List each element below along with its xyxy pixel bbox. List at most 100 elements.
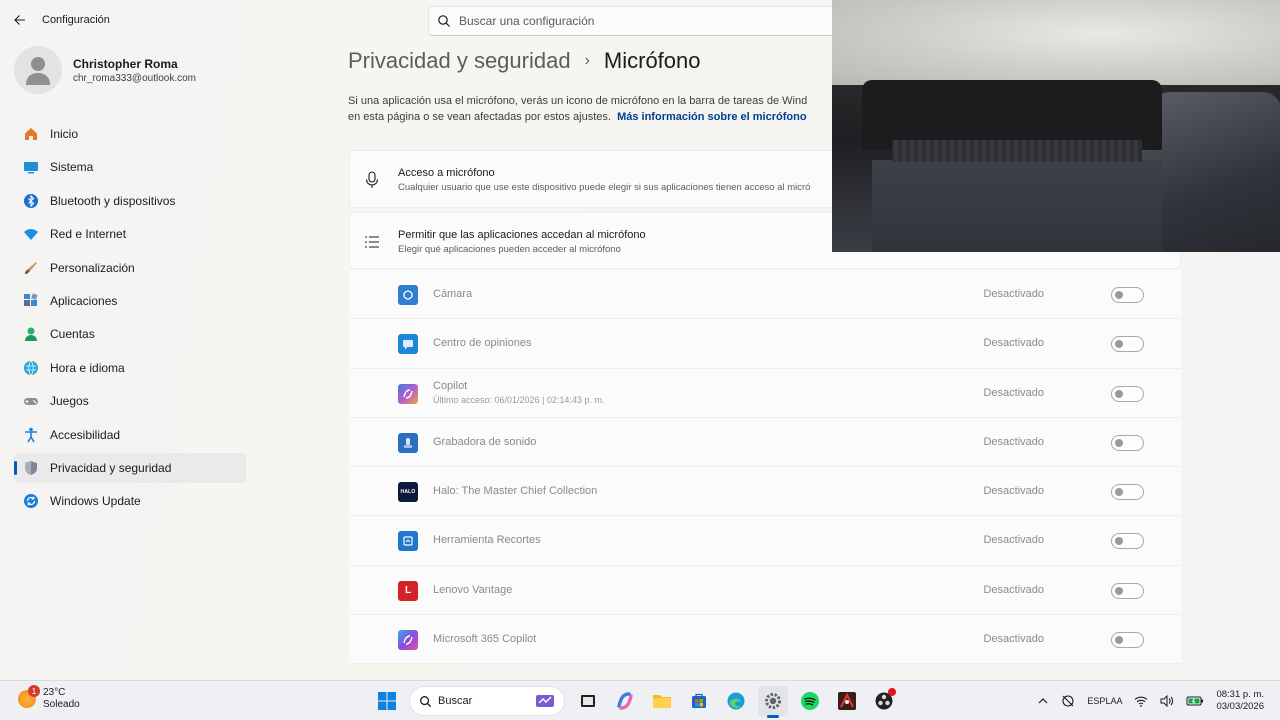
clock-date: 03/03/2026	[1216, 701, 1264, 712]
copilot-taskbar-button[interactable]	[610, 686, 640, 716]
edge-button[interactable]	[721, 686, 751, 716]
accessibility-icon	[22, 426, 40, 444]
learn-more-link[interactable]: Más información sobre el micrófono	[617, 111, 806, 123]
app-name: Microsoft 365 Copilot	[433, 633, 537, 646]
copilot-mic-toggle[interactable]	[1111, 385, 1144, 402]
description-line-1: Si una aplicación usa el micrófono, verá…	[348, 95, 808, 107]
app-title: Configuración	[42, 14, 110, 26]
weather-temp: 23°C	[43, 687, 66, 698]
copilot-icon	[398, 383, 418, 404]
sound-recorder-mic-toggle[interactable]	[1111, 434, 1144, 451]
account-icon	[22, 325, 40, 343]
task-view-button[interactable]	[573, 686, 603, 716]
sidebar-item-inicio[interactable]: Inicio	[14, 119, 246, 149]
update-icon	[22, 492, 40, 510]
volume-button[interactable]	[1160, 695, 1174, 707]
list-item: Herramienta Recortes Desactivado	[349, 516, 1181, 566]
back-arrow-icon	[14, 15, 25, 25]
sidebar-item-label: Juegos	[50, 394, 89, 409]
clock[interactable]: 08:31 p. m. 03/03/2026	[1216, 689, 1264, 713]
toggle-state-label: Desactivado	[983, 583, 1044, 596]
game-app-button[interactable]	[832, 686, 862, 716]
taskbar: 1 23°C Soleado Buscar ESP LAA 08:31 p. m…	[0, 680, 1280, 720]
m365-copilot-mic-toggle[interactable]	[1111, 632, 1144, 649]
card-subtitle: Elegir qué aplicaciones pueden acceder a…	[398, 244, 621, 255]
back-button[interactable]	[8, 8, 32, 32]
network-button[interactable]	[1134, 695, 1148, 707]
file-explorer-button[interactable]	[647, 686, 677, 716]
home-icon	[22, 125, 40, 143]
location-off-button[interactable]	[1061, 694, 1075, 708]
lenovo-vantage-mic-toggle[interactable]	[1111, 582, 1144, 599]
speaker-icon	[1160, 695, 1174, 707]
brush-icon	[22, 259, 40, 277]
sound-recorder-icon	[398, 432, 418, 453]
card-title: Permitir que las aplicaciones accedan al…	[398, 229, 646, 241]
toggle-state-label: Desactivado	[983, 337, 1044, 350]
sidebar-item-personalizacion[interactable]: Personalización	[14, 253, 246, 283]
start-button[interactable]	[372, 686, 402, 716]
weather-widget[interactable]: 1 23°C Soleado	[18, 685, 80, 711]
avatar	[14, 46, 62, 94]
last-access-label: Último acceso: 06/01/2026 | 02:14:43 p. …	[433, 394, 605, 405]
sidebar-item-label: Sistema	[50, 160, 94, 175]
settings-search-box[interactable]	[428, 6, 848, 36]
taskbar-search-label: Buscar	[438, 695, 473, 707]
lang-bottom: LAA	[1105, 696, 1123, 706]
toggle-state-label: Desactivado	[983, 633, 1044, 646]
sun-icon: 1	[18, 685, 40, 708]
app-name: Halo: The Master Chief Collection	[433, 485, 598, 498]
halo-app-icon: HALO	[398, 482, 418, 503]
app-name: Copilot	[433, 379, 468, 392]
spotify-button[interactable]	[795, 686, 825, 716]
sidebar-item-juegos[interactable]: Juegos	[14, 386, 246, 416]
webcam-belt	[892, 140, 1142, 162]
battery-button[interactable]	[1186, 695, 1204, 707]
taskbar-search[interactable]: Buscar	[409, 686, 565, 716]
search-highlight-icon	[536, 695, 554, 707]
settings-taskbar-button[interactable]	[757, 686, 788, 718]
apps-icon	[22, 292, 40, 310]
show-hidden-icons-button[interactable]	[1037, 695, 1049, 707]
halo-mic-toggle[interactable]	[1111, 484, 1144, 501]
spotify-icon	[800, 692, 819, 710]
sidebar-item-accesibilidad[interactable]: Accesibilidad	[14, 420, 246, 450]
breadcrumb-parent[interactable]: Privacidad y seguridad	[348, 48, 571, 74]
search-input[interactable]	[459, 14, 847, 28]
user-name: Christopher Roma	[73, 56, 178, 71]
game-app-icon	[837, 692, 856, 710]
store-button[interactable]	[684, 686, 714, 716]
toggle-state-label: Desactivado	[983, 386, 1044, 399]
card-subtitle: Cualquier usuario que use este dispositi…	[398, 182, 811, 193]
sidebar-item-red[interactable]: Red e Internet	[14, 219, 246, 249]
edge-icon	[727, 692, 744, 710]
language-indicator[interactable]: ESP LAA	[1087, 695, 1122, 707]
sidebar-item-sistema[interactable]: Sistema	[14, 152, 246, 182]
sidebar-item-windows-update[interactable]: Windows Update	[14, 486, 246, 516]
sidebar-item-label: Accesibilidad	[50, 427, 121, 442]
snipping-tool-mic-toggle[interactable]	[1111, 533, 1144, 550]
settings-window: Configuración Christopher Roma chr_roma3…	[0, 0, 1280, 680]
weather-badge: 1	[28, 685, 40, 697]
app-name: Lenovo Vantage	[433, 583, 513, 596]
wifi-icon	[1135, 696, 1148, 707]
camera-mic-toggle[interactable]	[1111, 287, 1144, 303]
list-item: Grabadora de sonido Desactivado	[349, 417, 1181, 468]
sidebar-item-privacidad[interactable]: Privacidad y seguridad	[14, 452, 246, 483]
camera-app-icon	[398, 285, 418, 305]
person-icon	[26, 57, 50, 85]
obs-button[interactable]	[869, 686, 899, 716]
page-title: Micrófono	[603, 48, 701, 73]
sidebar-item-bluetooth[interactable]: Bluetooth y dispositivos	[14, 186, 246, 216]
sidebar-item-label: Bluetooth y dispositivos	[50, 193, 176, 208]
user-profile[interactable]: Christopher Roma chr_roma333@outlook.com	[14, 46, 196, 94]
sidebar-item-cuentas[interactable]: Cuentas	[14, 319, 246, 349]
feedback-hub-mic-toggle[interactable]	[1111, 336, 1144, 353]
taskbar-apps: Buscar	[368, 686, 902, 718]
sidebar-item-aplicaciones[interactable]: Aplicaciones	[14, 286, 246, 316]
toggle-state-label: Desactivado	[983, 288, 1044, 300]
sidebar-item-label: Red e Internet	[50, 227, 127, 242]
description-line-2: en esta página o se vean afectadas por e…	[348, 111, 611, 123]
sidebar-item-hora[interactable]: Hora e idioma	[14, 353, 246, 383]
webcam-jeans	[872, 160, 1162, 252]
